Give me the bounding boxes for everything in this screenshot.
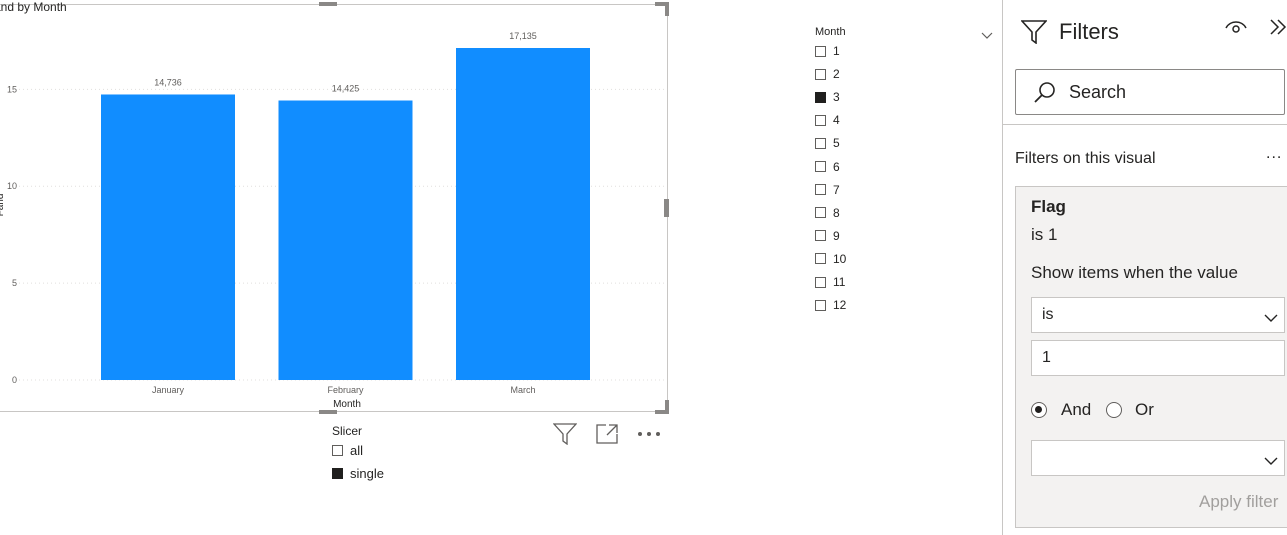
chart-visual[interactable]: 0 5 10 15 Fand 14,736 January 14,425 February 17,… (0, 4, 668, 412)
y-tick-label: 10 (7, 181, 17, 191)
month-slicer-item-label: 10 (833, 251, 847, 266)
resize-handle-top[interactable] (319, 2, 337, 6)
slicer-item-all[interactable]: all (332, 443, 363, 458)
checkbox[interactable] (815, 253, 826, 265)
month-slicer-item-label: 1 (833, 44, 840, 58)
show-items-label: Show items when the value (1031, 263, 1238, 282)
checkbox[interactable] (815, 230, 826, 242)
second-operator-dropdown[interactable] (1031, 440, 1285, 476)
month-slicer-item-11[interactable]: 11 (815, 275, 845, 289)
y-tick-label: 5 (12, 278, 17, 288)
focus-mode-icon[interactable] (595, 422, 619, 446)
more-options-icon[interactable]: ... (1266, 145, 1282, 163)
month-slicer-item-12[interactable]: 12 (815, 298, 846, 312)
checkbox[interactable] (815, 45, 826, 57)
more-options-icon[interactable] (636, 422, 662, 446)
bar-chart: 0 5 10 15 Fand 14,736 January 14,425 February 17,… (0, 31, 667, 410)
and-label: And (1061, 400, 1092, 419)
resize-handle-bottom[interactable] (319, 410, 337, 414)
eye-icon[interactable] (1225, 19, 1247, 40)
month-slicer-item-label: 11 (833, 275, 846, 289)
month-slicer-item-5[interactable]: 5 (815, 136, 840, 150)
slicer-item-single[interactable]: single (332, 466, 384, 481)
filters-pane: Filters Search Filters on this visual ..… (1002, 0, 1287, 535)
operator-dropdown[interactable]: is (1031, 297, 1285, 333)
x-tick-label: February (327, 385, 364, 395)
month-slicer-title: Month (815, 26, 846, 38)
y-tick-label: 15 (7, 84, 17, 94)
filters-pane-title: Filters (1059, 19, 1119, 44)
bar[interactable] (101, 94, 235, 381)
checkbox[interactable] (332, 445, 343, 456)
month-slicer-item-label: 2 (833, 67, 840, 82)
or-radio[interactable] (1106, 402, 1122, 418)
month-slicer-item-10[interactable]: 10 (815, 252, 846, 266)
data-label: 17,135 (509, 31, 537, 41)
chevron-down-icon (1264, 453, 1278, 471)
data-label: 14,736 (154, 77, 182, 87)
month-slicer-item-label: 3 (833, 90, 840, 105)
filter-search-input[interactable]: Search (1015, 69, 1285, 115)
chart-title: and by Month (0, 0, 67, 14)
filter-field-name[interactable]: Flag (1031, 197, 1066, 217)
chevron-down-icon (1264, 310, 1278, 328)
month-slicer-item-label: 7 (833, 182, 840, 197)
checkbox[interactable] (332, 468, 343, 479)
month-slicer-item-label: 5 (833, 136, 840, 151)
slicer-title: Slicer (332, 424, 363, 438)
month-slicer-item-3[interactable]: 3 (815, 90, 840, 104)
checkbox[interactable] (815, 68, 826, 80)
month-slicer-item-label: 8 (833, 205, 840, 220)
month-slicer-item-6[interactable]: 6 (815, 160, 840, 174)
resize-handle-right[interactable] (664, 199, 669, 217)
search-icon (1033, 81, 1057, 110)
filter-value: 1 (1042, 349, 1051, 366)
filters-on-visual-label: Filters on this visual (1015, 150, 1156, 167)
checkbox[interactable] (815, 184, 826, 196)
checkbox[interactable] (815, 207, 826, 219)
or-label: Or (1135, 400, 1154, 419)
x-tick-label: January (152, 385, 185, 395)
filter-funnel-icon (1020, 20, 1048, 49)
checkbox[interactable] (815, 137, 826, 149)
filter-icon[interactable] (552, 422, 578, 446)
checkbox[interactable] (815, 299, 826, 311)
slicer-item-label: all (350, 443, 364, 458)
slicer-item-label: single (350, 466, 384, 481)
y-tick-label: 0 (12, 375, 17, 385)
month-slicer-item-label: 12 (833, 298, 847, 313)
month-slicer-item-label: 6 (833, 159, 840, 174)
month-slicer-item-1[interactable]: 1 (815, 44, 840, 58)
month-slicer-item-9[interactable]: 9 (815, 229, 840, 243)
search-placeholder: Search (1069, 82, 1127, 102)
bar[interactable] (456, 48, 590, 380)
month-slicer-chevron-down-icon[interactable] (981, 27, 993, 39)
y-axis-title: Fand (0, 194, 6, 217)
filter-card-flag: Flag is 1 Show items when the value is 1… (1015, 186, 1287, 528)
x-axis-title: Month (333, 399, 361, 410)
month-slicer-item-2[interactable]: 2 (815, 67, 840, 81)
month-slicer-item-8[interactable]: 8 (815, 206, 840, 220)
divider (1003, 124, 1287, 125)
checkbox[interactable] (815, 276, 826, 288)
operator-value: is (1042, 306, 1054, 323)
x-tick-label: March (510, 385, 535, 395)
checkbox[interactable] (815, 161, 826, 172)
checkbox[interactable] (815, 91, 826, 103)
and-radio[interactable] (1031, 402, 1047, 418)
resize-handle-top-right-v[interactable] (665, 2, 669, 16)
filter-value-input[interactable]: 1 (1031, 340, 1285, 376)
month-slicer-item-label: 4 (833, 113, 840, 128)
collapse-pane-icon[interactable] (1269, 18, 1287, 41)
data-label: 14,425 (332, 84, 360, 94)
month-slicer-item-label: 9 (833, 228, 840, 243)
checkbox[interactable] (815, 114, 826, 126)
resize-handle-bottom-right-v[interactable] (665, 400, 669, 414)
month-slicer-item-7[interactable]: 7 (815, 183, 840, 197)
filter-summary: is 1 (1031, 225, 1058, 244)
bar[interactable] (278, 100, 413, 380)
apply-filter-button[interactable]: Apply filter (1199, 492, 1278, 512)
month-slicer-item-4[interactable]: 4 (815, 113, 840, 127)
